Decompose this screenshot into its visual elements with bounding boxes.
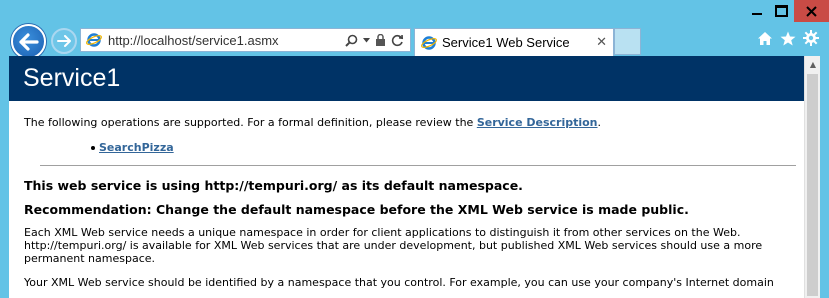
- namespace-paragraph: Each XML Web service needs a unique name…: [24, 226, 763, 265]
- divider: [40, 165, 796, 166]
- forward-button[interactable]: [51, 28, 77, 54]
- service-description-link[interactable]: Service Description: [477, 116, 598, 129]
- settings-gear-icon[interactable]: [803, 30, 819, 46]
- domain-paragraph: Your XML Web service should be identifie…: [24, 276, 774, 289]
- page-heading-bar: Service1: [9, 56, 804, 101]
- operation-link-searchpizza[interactable]: SearchPizza: [99, 141, 174, 154]
- new-tab-button[interactable]: [614, 28, 641, 55]
- operations-list: SearchPizza: [24, 141, 789, 155]
- dropdown-icon[interactable]: [363, 37, 370, 43]
- favorites-star-icon[interactable]: [780, 31, 796, 46]
- scroll-thumb[interactable]: [807, 74, 818, 296]
- intro-end: .: [597, 116, 602, 129]
- content-body: The following operations are supported. …: [9, 116, 804, 289]
- lock-icon[interactable]: [375, 33, 386, 47]
- page-viewport: Service1 The following operations are su…: [9, 56, 820, 298]
- vertical-scrollbar[interactable]: ▲: [804, 56, 820, 298]
- intro-text: The following operations are supported. …: [24, 116, 477, 129]
- page-content: Service1 The following operations are su…: [9, 56, 804, 298]
- page-title: Service1: [23, 64, 121, 92]
- search-icon[interactable]: [345, 34, 358, 47]
- close-icon[interactable]: ✕: [596, 35, 607, 50]
- list-item: SearchPizza: [91, 141, 789, 155]
- ie-logo-icon: [421, 35, 437, 50]
- maximize-icon: [775, 5, 788, 17]
- tab-title: Service1 Web Service: [442, 35, 570, 50]
- toolbar-icons: [757, 30, 819, 46]
- minimize-icon: [752, 7, 762, 15]
- address-tools: [345, 33, 404, 47]
- address-url[interactable]: http://localhost/service1.asmx: [108, 33, 345, 48]
- scroll-up-arrow-icon[interactable]: ▲: [805, 60, 820, 69]
- maximize-button[interactable]: [769, 0, 794, 22]
- forward-arrow-icon: [57, 35, 71, 47]
- window-close-button[interactable]: [794, 0, 829, 22]
- intro-paragraph: The following operations are supported. …: [24, 116, 789, 130]
- tab-service1[interactable]: Service1 Web Service ✕: [414, 28, 614, 56]
- back-arrow-icon: [18, 32, 39, 51]
- ie-logo-icon: [86, 33, 102, 47]
- home-icon[interactable]: [757, 31, 773, 46]
- refresh-icon[interactable]: [391, 34, 404, 47]
- recommendation-heading: Recommendation: Change the default names…: [24, 202, 689, 217]
- minimize-button[interactable]: [744, 0, 769, 22]
- namespace-heading: This web service is using http://tempuri…: [24, 178, 523, 193]
- address-bar[interactable]: http://localhost/service1.asmx: [80, 28, 411, 52]
- window-controls: [744, 0, 829, 22]
- window-close-icon: [806, 5, 817, 17]
- back-button[interactable]: [11, 24, 46, 59]
